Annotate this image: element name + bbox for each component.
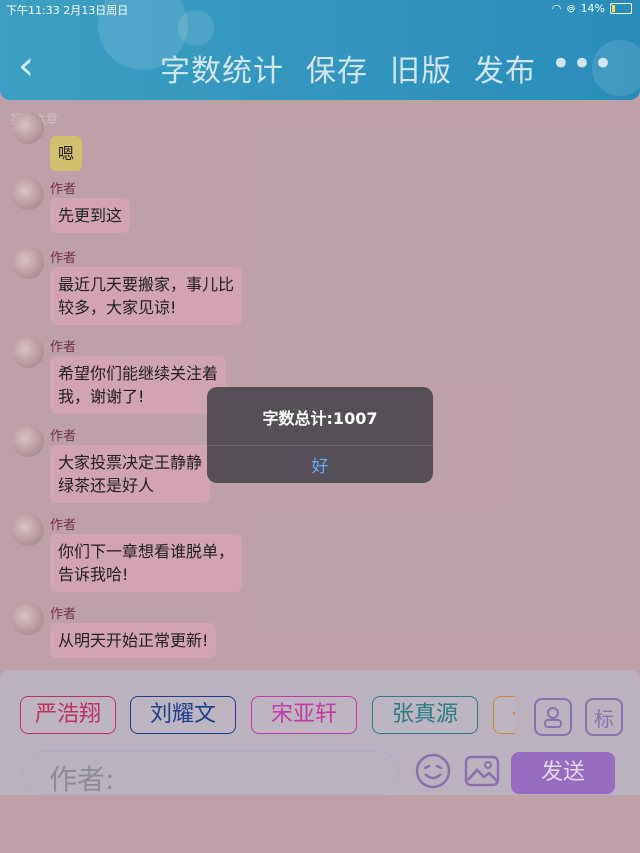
status-time-date: 下午11:33 2月13日周日 — [6, 4, 129, 17]
status-bar: 下午11:33 2月13日周日 ◠ ⊚ 14% — [0, 0, 640, 18]
alert-title: 字数总计:1007 — [262, 409, 378, 428]
battery-icon — [610, 3, 632, 14]
rotation-lock-icon: ⊚ — [566, 2, 576, 15]
status-right: ◠ ⊚ 14% — [552, 2, 632, 15]
word-count-alert: 字数总计:1007 好 — [207, 387, 433, 483]
alert-ok-button[interactable]: 好 — [207, 452, 433, 477]
alert-divider — [207, 445, 433, 446]
wifi-icon: ◠ — [551, 2, 562, 15]
battery-percent: 14% — [580, 2, 605, 15]
